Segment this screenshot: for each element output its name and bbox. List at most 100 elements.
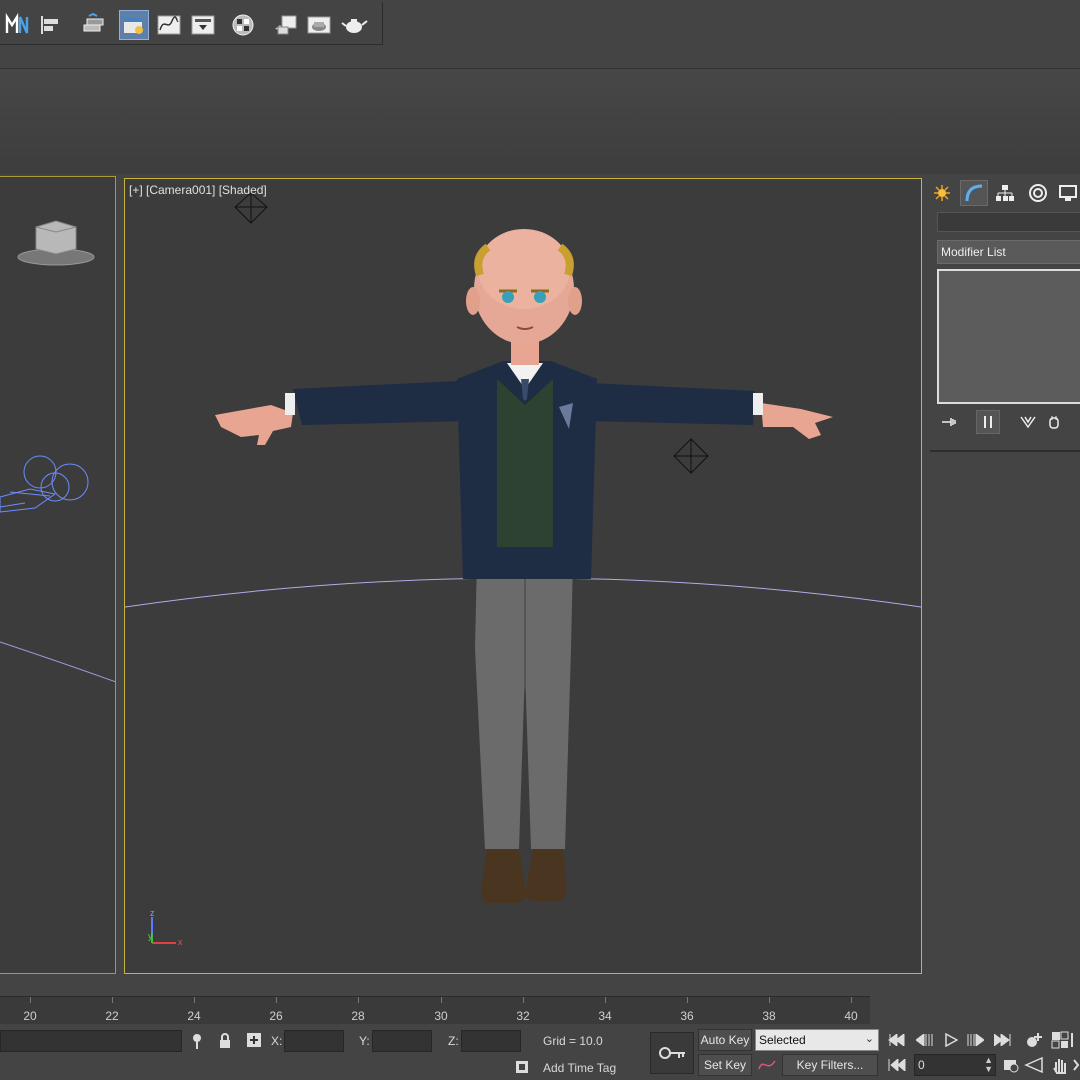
- grid-horizon-line: [0, 641, 115, 683]
- curve-key-icon[interactable]: [755, 1054, 779, 1076]
- y-coordinate-field[interactable]: [372, 1030, 432, 1052]
- zoom-icon[interactable]: [1022, 1029, 1046, 1051]
- tick: [441, 997, 442, 1003]
- hierarchy-tab-icon[interactable]: [991, 180, 1019, 206]
- scene-explorer-icon[interactable]: [119, 10, 149, 40]
- tick-label: 20: [23, 1009, 37, 1023]
- make-unique-icon[interactable]: [1016, 410, 1040, 434]
- selected-value: Selected: [759, 1033, 806, 1047]
- go-to-start-icon[interactable]: [886, 1029, 908, 1051]
- previous-frame-icon[interactable]: [914, 1029, 936, 1051]
- tick: [276, 997, 277, 1003]
- character-wireframe: [0, 455, 89, 513]
- light-gizmo-icon[interactable]: [234, 192, 268, 224]
- y-label: Y:: [359, 1034, 370, 1048]
- align-icon[interactable]: [36, 10, 66, 40]
- key-filters-button[interactable]: Key Filters...: [782, 1054, 878, 1076]
- show-end-result-icon[interactable]: [976, 410, 1000, 434]
- mirror-icon[interactable]: [2, 10, 32, 40]
- pin-stack-icon[interactable]: [938, 410, 962, 434]
- set-key-icon[interactable]: [650, 1032, 694, 1074]
- tick-label: 22: [105, 1009, 119, 1023]
- create-tab-icon[interactable]: [928, 180, 956, 206]
- rendered-frame-window-icon[interactable]: [304, 10, 334, 40]
- svg-text:x: x: [178, 937, 183, 947]
- z-coordinate-field[interactable]: [461, 1030, 521, 1052]
- tick-label: 26: [269, 1009, 283, 1023]
- tick-label: 32: [516, 1009, 530, 1023]
- grid-size-text: Grid = 10.0: [543, 1034, 603, 1048]
- zoom-extents-all-icon[interactable]: [1048, 1029, 1072, 1051]
- next-frame-icon[interactable]: [964, 1029, 986, 1051]
- tick-label: 30: [434, 1009, 448, 1023]
- pan-hand-icon[interactable]: [1048, 1054, 1072, 1076]
- viewport-label[interactable]: [+] [Camera001] [Shaded]: [129, 183, 267, 197]
- tick: [30, 997, 31, 1003]
- timeline-spacer: [870, 996, 1080, 1024]
- play-icon[interactable]: [940, 1029, 962, 1051]
- svg-text:y: y: [148, 931, 153, 941]
- curve-editor-icon[interactable]: [154, 10, 184, 40]
- toolbar-group: [0, 2, 383, 45]
- x-coordinate-field[interactable]: [284, 1030, 344, 1052]
- character-model[interactable]: [215, 229, 833, 903]
- isolate-selection-icon[interactable]: [188, 1031, 206, 1051]
- left-viewport-scene: [0, 220, 115, 683]
- axis-tripod-icon: z y x: [148, 908, 183, 947]
- current-frame-field[interactable]: 0 ▲ ▼: [914, 1054, 996, 1076]
- status-bar: X: Y: Z: Grid = 10.0 Add Time Tag Auto K…: [0, 1024, 1080, 1080]
- timeline-ruler[interactable]: 20 22 24 26 28 30 32 34 36 38 40: [0, 996, 870, 1025]
- tick: [605, 997, 606, 1003]
- zoom-region-icon[interactable]: [1070, 1029, 1080, 1051]
- lock-selection-icon[interactable]: [216, 1031, 234, 1051]
- camera-viewport[interactable]: z y x [+] [Camera001] [Shaded]: [124, 178, 922, 974]
- tick-label: 40: [844, 1009, 858, 1023]
- main-viewport-scene: z y x: [125, 192, 921, 947]
- perspective-viewport[interactable]: [0, 176, 116, 974]
- display-tab-icon[interactable]: [1054, 180, 1080, 206]
- motion-tab-icon[interactable]: [1024, 180, 1052, 206]
- set-key-button[interactable]: Set Key: [698, 1054, 752, 1076]
- tick-label: 28: [351, 1009, 365, 1023]
- auto-key-button[interactable]: Auto Key: [698, 1029, 752, 1051]
- tick: [687, 997, 688, 1003]
- go-to-end-icon[interactable]: [992, 1029, 1014, 1051]
- time-tag-icon[interactable]: [512, 1058, 532, 1076]
- viewcube-icon[interactable]: [17, 220, 95, 266]
- chevron-down-icon: ⌄: [864, 1033, 874, 1045]
- tick-label: 34: [598, 1009, 612, 1023]
- material-editor-icon[interactable]: [229, 10, 259, 40]
- tick: [112, 997, 113, 1003]
- tick: [358, 997, 359, 1003]
- key-selection-dropdown[interactable]: Selected ⌄: [755, 1029, 879, 1051]
- tick: [194, 997, 195, 1003]
- time-configuration-icon[interactable]: [1000, 1054, 1022, 1076]
- orbit-icon[interactable]: [1072, 1054, 1080, 1076]
- field-of-view-icon[interactable]: [1022, 1054, 1046, 1076]
- key-mode-toggle-icon[interactable]: [886, 1054, 908, 1076]
- remove-modifier-icon[interactable]: [1042, 410, 1066, 434]
- object-name-field[interactable]: [937, 212, 1080, 232]
- tick: [523, 997, 524, 1003]
- absolute-mode-icon[interactable]: [244, 1030, 264, 1050]
- schematic-view-icon[interactable]: [188, 10, 218, 40]
- panel-divider: [930, 450, 1080, 452]
- modifier-stack[interactable]: [937, 269, 1080, 404]
- spinner-icon[interactable]: ▲ ▼: [984, 1056, 993, 1074]
- light-gizmo-2-icon[interactable]: [673, 438, 709, 474]
- ribbon-area: [0, 69, 1080, 174]
- svg-text:z: z: [150, 908, 155, 918]
- current-frame-value: 0: [918, 1058, 925, 1072]
- render-teapot-icon[interactable]: [340, 10, 370, 40]
- x-label: X:: [271, 1034, 283, 1048]
- render-setup-icon[interactable]: [270, 10, 300, 40]
- main-toolbar: [0, 0, 1080, 48]
- add-time-tag-button[interactable]: Add Time Tag: [543, 1061, 616, 1075]
- modifier-list-dropdown[interactable]: Modifier List: [937, 240, 1080, 264]
- maxscript-listener-field[interactable]: [0, 1030, 182, 1052]
- tick-label: 36: [680, 1009, 694, 1023]
- modify-tab-icon[interactable]: [960, 180, 988, 206]
- tick-label: 24: [187, 1009, 201, 1023]
- layer-manager-icon[interactable]: [78, 10, 108, 40]
- tick-label: 38: [762, 1009, 776, 1023]
